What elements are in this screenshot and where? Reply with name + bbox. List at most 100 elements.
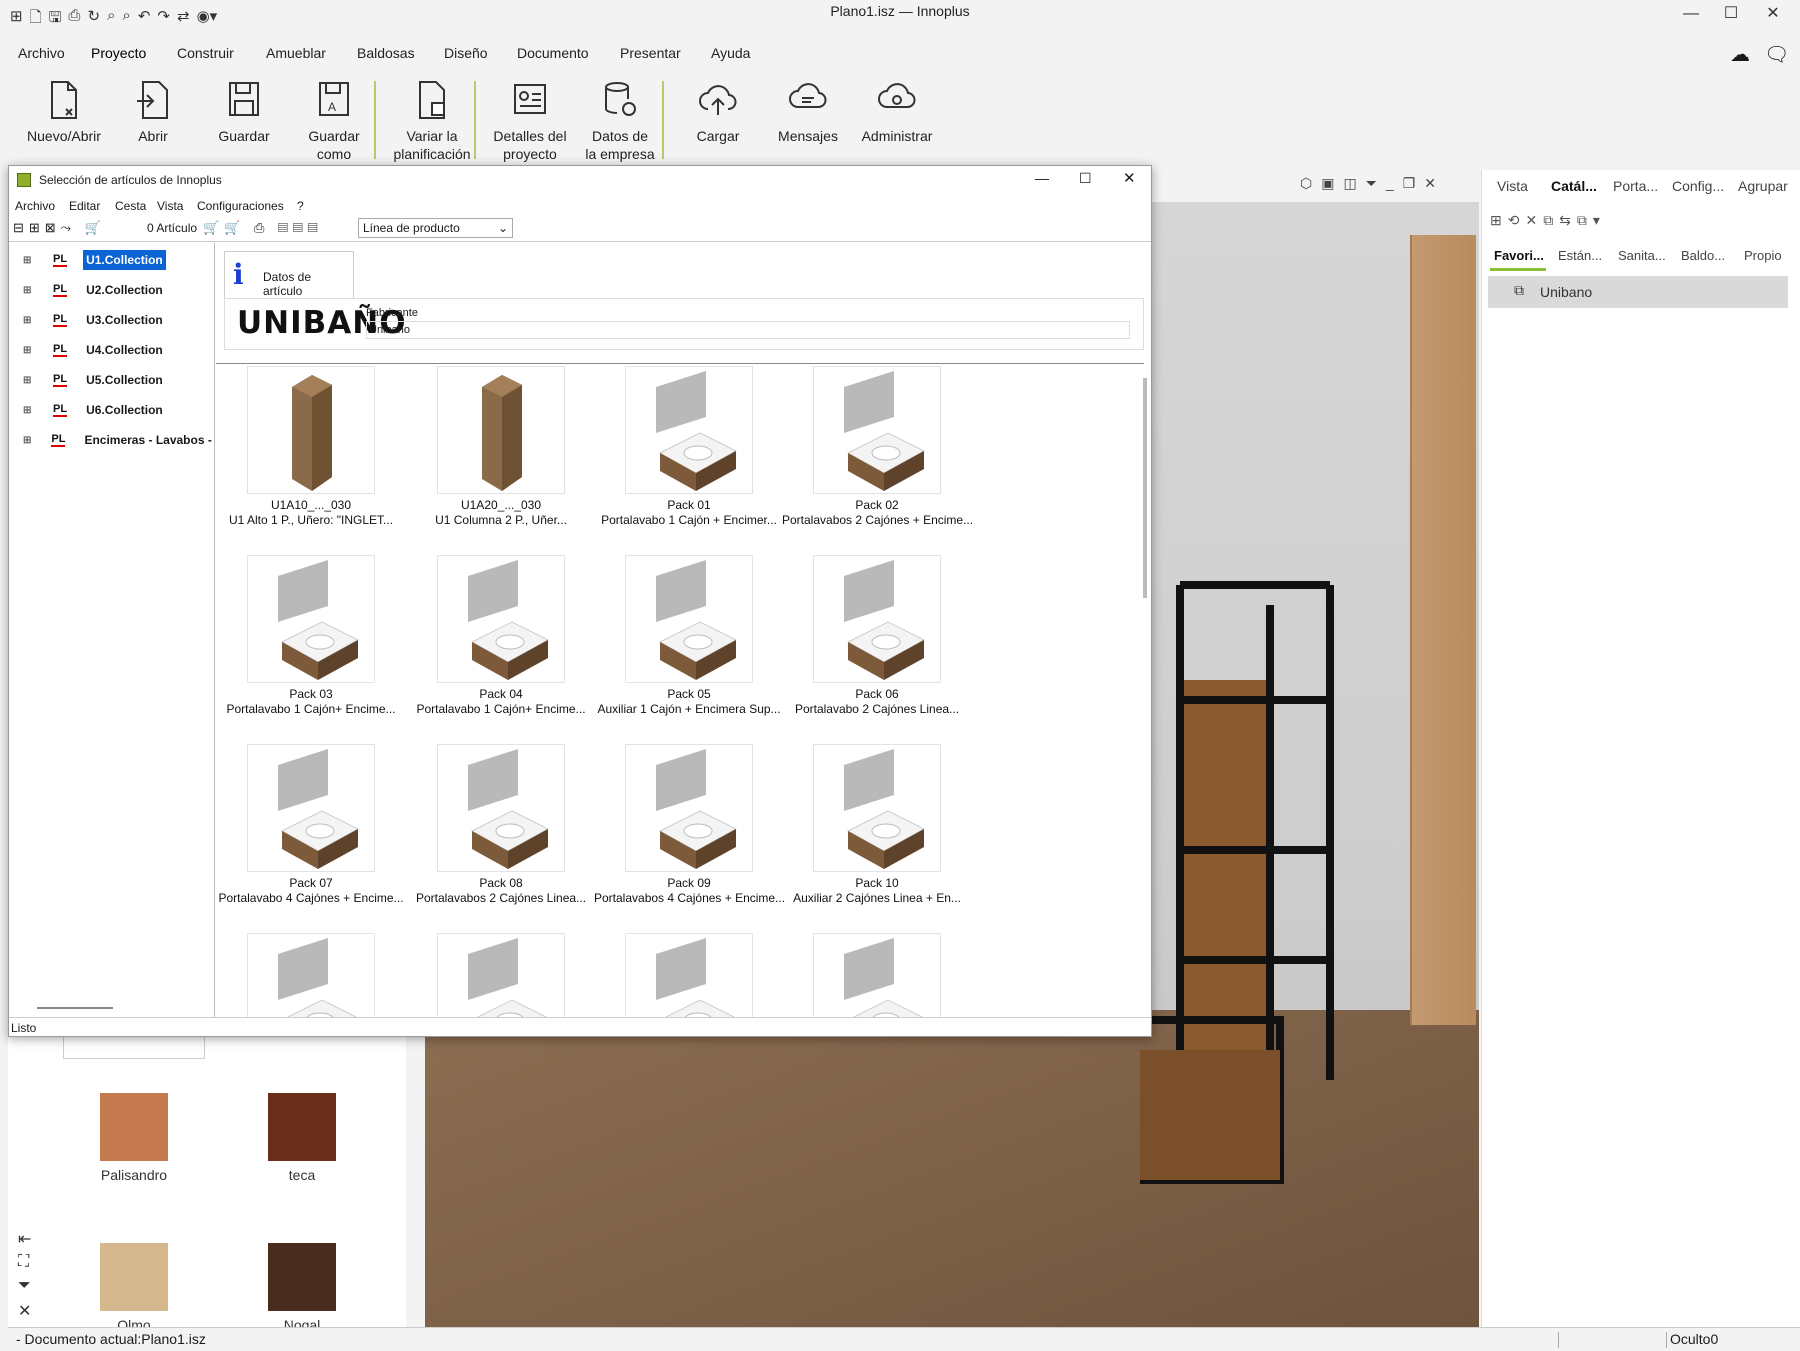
cloud-chat-icon[interactable]: ☁ [1730,42,1750,67]
tree-node[interactable]: ⊞ PL U2.Collection [23,277,166,303]
tree-node[interactable]: ⊞ PL U1.Collection [23,247,166,273]
expand-icon[interactable]: ⊞ [23,315,33,326]
dialog-close-button[interactable]: ✕ [1123,169,1136,187]
subtab-favoritos[interactable]: Favori... [1494,248,1544,263]
menu-documento[interactable]: Documento [517,45,589,61]
maximize-button[interactable]: ☐ [1708,0,1754,30]
dialog-menu-editar[interactable]: Editar [69,199,100,213]
article-tile[interactable]: Pack 03 Portalavabo 1 Cajón+ Encime... [216,555,406,717]
fit-icon[interactable]: ⛶ [18,1253,29,1271]
cart-tool-icons[interactable]: 🛒🛒 ⎙ ▤▤▤ [203,220,323,236]
swatch-palisandro[interactable] [100,1093,168,1161]
expand-icon[interactable]: ⊞ [23,375,33,386]
close-panel-icon[interactable]: ✕ [18,1301,31,1321]
project-details-button[interactable]: Detalles del proyecto [482,79,578,163]
article-tile[interactable]: Pack 04 Portalavabo 1 Cajón+ Encime... [406,555,596,717]
tree-scrollbar[interactable] [37,1007,113,1009]
restore-view-icon[interactable]: ❐ [1403,175,1416,197]
dialog-minimize-button[interactable]: — [1035,170,1049,186]
vary-planning-button[interactable]: Variar la planificación [384,79,480,163]
menu-diseno[interactable]: Diseño [444,45,488,61]
cube-icon[interactable]: ⬡ [1300,175,1312,197]
company-data-button[interactable]: Datos de la empresa [572,79,668,163]
upload-button[interactable]: Cargar [675,79,761,145]
expand-icon[interactable]: ⊞ [23,405,33,416]
swatch-teca[interactable] [268,1093,336,1161]
article-tile[interactable]: Pack 09 Portalavabos 4 Cajónes + Encime..… [594,744,784,906]
dialog-maximize-button[interactable]: ☐ [1079,170,1092,187]
messages-button[interactable]: Mensajes [765,79,851,145]
tree-node[interactable]: ⊞ PL U5.Collection [23,367,166,393]
article-tile[interactable]: Pack 01 Portalavabo 1 Cajón + Encimer... [594,366,784,528]
tab-catalogo[interactable]: Catál... [1551,178,1597,194]
status-divider [1558,1332,1559,1348]
menu-construir[interactable]: Construir [177,45,234,61]
tree-node[interactable]: ⊞ PL U3.Collection [23,307,166,333]
article-tile[interactable]: U1A10_..._030 U1 Alto 1 P., Uñero: "INGLE… [216,366,406,528]
favorite-item[interactable]: ⧉ Unibano [1488,276,1788,308]
tree-node[interactable]: ⊞ PL Encimeras - Lavabos - C [23,427,213,453]
tab-vista[interactable]: Vista [1497,178,1528,194]
article-tile[interactable]: U1A20_..._030 U1 Columna 2 P., Uñer... [406,366,596,528]
swatch-olmo[interactable] [100,1243,168,1311]
expand-icon[interactable]: ⊞ [23,285,33,296]
new-open-button[interactable]: Nuevo/Abrir [14,79,114,145]
article-tile[interactable]: Pack 02 Portalavabos 2 Cajónes + Encime..… [782,366,972,528]
minimize-view-icon[interactable]: _ [1386,175,1394,197]
chat-icon[interactable]: 🗨 [1764,42,1789,67]
tree-node[interactable]: ⊞ PL U4.Collection [23,337,166,363]
dialog-menu-archivo[interactable]: Archivo [15,199,55,213]
expand-icon[interactable]: ⊞ [23,255,33,266]
subtab-sanitarios[interactable]: Sanita... [1618,248,1666,263]
dialog-menu-help[interactable]: ? [297,199,304,213]
close-button[interactable]: ✕ [1750,0,1796,30]
catalog-toolbar[interactable]: ⊞⟲✕⧉⇆⧉▾ [1490,212,1606,229]
frame-icon[interactable]: ▣ [1321,175,1334,197]
subtab-baldosas[interactable]: Baldo... [1681,248,1725,263]
dialog-menu-configuraciones[interactable]: Configuraciones [197,199,284,213]
article-tile[interactable]: Pack 05 Auxiliar 1 Cajón + Encimera Sup..… [594,555,784,717]
article-tile[interactable] [216,933,406,1017]
tab-agrupar[interactable]: Agrupar [1738,178,1788,194]
pin-icon[interactable]: ⇤ [18,1229,31,1249]
close-view-icon[interactable]: ✕ [1424,175,1436,197]
expand-icon[interactable]: ⊞ [23,345,33,356]
dialog-tool-icons[interactable]: ⊟⊞⊠⤳ 🛒 [13,220,106,236]
dialog-menu-cesta[interactable]: Cesta [115,199,146,213]
manufacturer-info: UNIBAÑO Fabricante Unibano [224,298,1144,350]
article-tile[interactable]: Pack 06 Portalavabo 2 Cajónes Linea... [782,555,972,717]
menu-ayuda[interactable]: Ayuda [711,45,750,61]
expand-icon[interactable]: ⊞ [23,435,31,446]
subtab-estandar[interactable]: Están... [1558,248,1602,263]
ribbon-separator [474,81,476,159]
split-icon[interactable]: ◫ [1343,175,1356,197]
article-tile[interactable] [594,933,784,1017]
swatch-nogal[interactable] [268,1243,336,1311]
tree-node[interactable]: ⊞ PL U6.Collection [23,397,166,423]
filter-icon[interactable]: ⏷ [1366,175,1377,197]
grid-scrollbar[interactable] [1143,378,1147,598]
save-button[interactable]: Guardar [201,79,287,145]
menu-amueblar[interactable]: Amueblar [266,45,326,61]
filter-icon[interactable]: ⏷ [18,1277,31,1295]
article-data-tab[interactable]: i Datos de artículo [224,251,354,301]
subtab-propio[interactable]: Propio [1744,248,1782,263]
article-tile[interactable]: Pack 07 Portalavabo 4 Cajónes + Encime... [216,744,406,906]
status-document: - Documento actual:Plano1.isz [16,1331,206,1347]
article-tile[interactable]: Pack 08 Portalavabos 2 Cajónes Linea... [406,744,596,906]
open-button[interactable]: Abrir [110,79,196,145]
administer-button[interactable]: Administrar [854,79,940,145]
menu-presentar[interactable]: Presentar [620,45,681,61]
tab-config[interactable]: Config... [1672,178,1724,194]
article-tile[interactable] [406,933,596,1017]
article-tile[interactable]: Pack 10 Auxiliar 2 Cajónes Linea + En... [782,744,972,906]
tab-portapapeles[interactable]: Porta... [1613,178,1658,194]
menu-archivo[interactable]: Archivo [18,45,65,61]
menu-proyecto[interactable]: Proyecto [91,45,146,61]
dialog-menu-vista[interactable]: Vista [157,199,183,213]
product-line-select[interactable]: Línea de producto ⌄ [358,218,513,238]
article-tile[interactable] [782,933,972,1017]
save-as-button[interactable]: A Guardar como [291,79,377,163]
menu-baldosas[interactable]: Baldosas [357,45,415,61]
subtab-underline [1490,268,1546,271]
